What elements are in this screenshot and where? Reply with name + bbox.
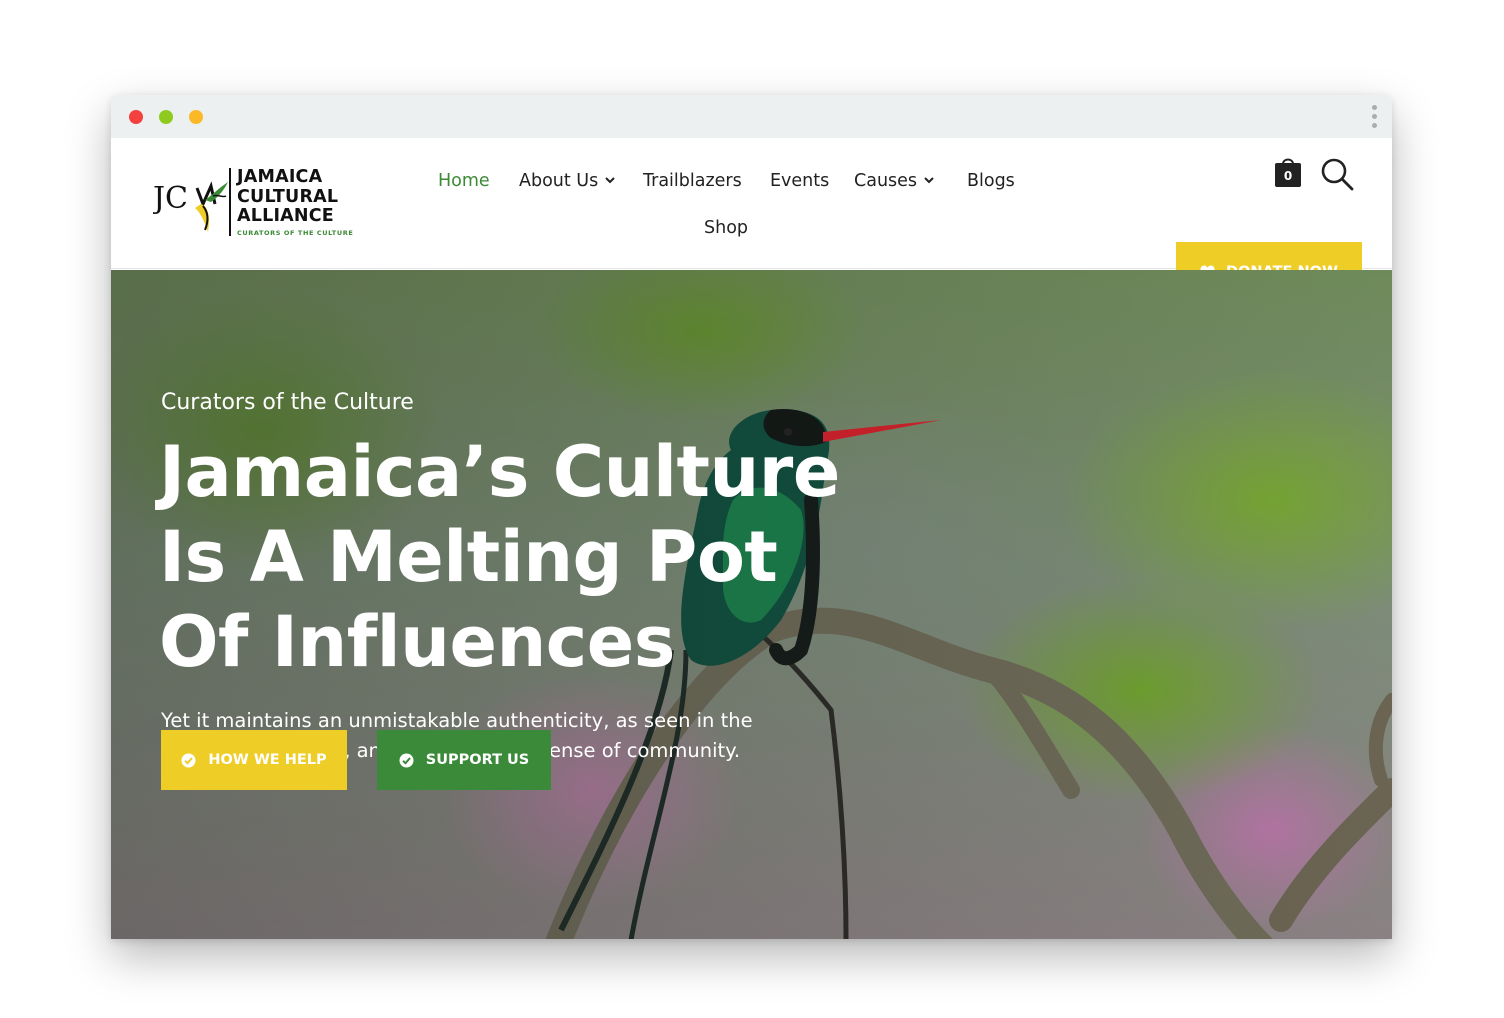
hero-banner: Curators of the Culture Jamaica’s Cultur… (111, 270, 1392, 939)
nav-item-label: Blogs (967, 171, 1015, 191)
nav-item-home[interactable]: Home (438, 171, 490, 191)
hero-headline: Jamaica’s Culture Is A Melting Pot Of In… (159, 430, 879, 685)
nav-item-label: Trailblazers (643, 171, 742, 191)
more-options-icon[interactable] (1369, 105, 1379, 131)
cart-button[interactable]: 0 (1274, 154, 1302, 188)
browser-titlebar (111, 95, 1392, 138)
search-button[interactable] (1320, 157, 1354, 191)
nav-item-events[interactable]: Events (770, 171, 829, 191)
nav-item-label: Shop (704, 218, 749, 238)
chevron-down-icon (605, 174, 615, 187)
maximize-window-button[interactable] (159, 110, 173, 124)
nav-item-blogs[interactable]: Blogs (967, 171, 1015, 191)
support-us-button[interactable]: SUPPORT US (377, 730, 551, 790)
cart-count: 0 (1283, 169, 1293, 183)
nav-item-about-us[interactable]: About Us (519, 171, 615, 191)
nav-item-label: About Us (519, 171, 599, 191)
check-circle-icon (399, 753, 414, 768)
hero-headline-line: Is A Melting Pot (159, 516, 778, 598)
chevron-down-icon (924, 174, 934, 187)
close-window-button[interactable] (129, 110, 143, 124)
nav-item-label: Causes (854, 171, 918, 191)
how-we-help-label: HOW WE HELP (208, 752, 327, 768)
minimize-window-button[interactable] (189, 110, 203, 124)
hero-headline-line: Of Influences (159, 601, 675, 683)
browser-window: JC JAMAICA CULTURAL ALLIANCE CURATORS OF… (111, 95, 1392, 939)
nav-item-causes[interactable]: Causes (854, 171, 934, 191)
site-header: JC JAMAICA CULTURAL ALLIANCE CURATORS OF… (111, 138, 1392, 302)
check-circle-icon (181, 753, 196, 768)
support-us-label: SUPPORT US (425, 752, 530, 768)
nav-item-label: Home (438, 171, 490, 191)
hero-eyebrow: Curators of the Culture (161, 390, 414, 415)
nav-item-trailblazers[interactable]: Trailblazers (643, 171, 742, 191)
nav-item-shop[interactable]: Shop (704, 218, 748, 238)
hero-headline-line: Jamaica’s Culture (159, 431, 840, 513)
how-we-help-button[interactable]: HOW WE HELP (161, 730, 347, 790)
search-icon (1321, 158, 1354, 191)
nav-item-label: Events (770, 171, 830, 191)
